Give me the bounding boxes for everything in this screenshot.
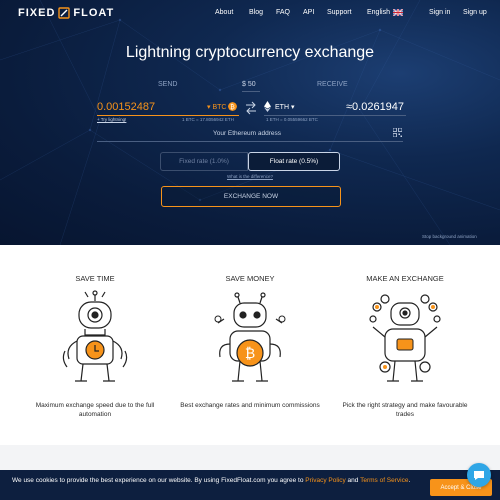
send-field-underline xyxy=(97,115,239,116)
receive-rate-note: 1 ETH = 0.05559662 BTC xyxy=(266,117,318,122)
exchange-now-button[interactable]: EXCHANGE NOW xyxy=(161,186,341,207)
robot-clock-illustration xyxy=(62,290,128,382)
background-network-lines xyxy=(0,0,500,245)
chat-button[interactable] xyxy=(467,463,491,487)
send-amount-input[interactable]: 0.00152487 xyxy=(97,101,155,113)
address-placeholder: Your Ethereum address xyxy=(212,130,282,137)
receive-currency-select[interactable]: ETH ▾ xyxy=(275,103,294,111)
qr-code-icon[interactable] xyxy=(393,128,402,137)
nav-faq[interactable]: FAQ xyxy=(276,9,290,16)
features-section: SAVE TIME Maximum exchange speed due to … xyxy=(0,245,500,445)
send-rate-note: 1 BTC = 17.8056942 ETH xyxy=(182,117,234,122)
cookie-text-end: . xyxy=(408,477,411,484)
nav-sign-in[interactable]: Sign in xyxy=(429,9,450,16)
nav-language[interactable]: English xyxy=(367,9,390,16)
terms-of-service-link[interactable]: Terms of Service xyxy=(360,477,408,484)
address-underline xyxy=(97,141,403,142)
rate-type-toggle: Fixed rate (1.0%) Float rate (0.5%) xyxy=(160,152,340,171)
fixed-rate-option[interactable]: Fixed rate (1.0%) xyxy=(160,152,248,171)
feature-title: SAVE MONEY xyxy=(225,274,275,283)
feature-make-exchange: MAKE AN EXCHANGE Pick the right strategy… xyxy=(330,245,480,445)
robot-juggler-illustration xyxy=(369,294,441,382)
section-divider-band xyxy=(0,445,500,470)
receive-amount-value: ≈0.0261947 xyxy=(346,101,405,113)
chat-bubble-icon xyxy=(474,470,484,480)
bitcoin-coin-icon: ₿ xyxy=(228,102,237,111)
nav-api[interactable]: API xyxy=(303,9,314,16)
top-nav: About Blog FAQ API Support English Sign … xyxy=(0,9,500,21)
receive-field-underline xyxy=(264,115,406,116)
nav-about[interactable]: About xyxy=(215,9,233,16)
privacy-policy-link[interactable]: Privacy Policy xyxy=(305,477,345,484)
address-field[interactable]: Your Ethereum address xyxy=(97,129,403,142)
try-lightning-link[interactable]: + Try lightning! xyxy=(97,117,126,122)
feature-description: Pick the right strategy and make favoura… xyxy=(342,402,468,418)
stop-animation-link[interactable]: Stop background animation xyxy=(422,234,477,239)
feature-title: MAKE AN EXCHANGE xyxy=(366,274,444,283)
feature-save-time: SAVE TIME Maximum exchange speed due to … xyxy=(20,245,170,445)
nav-blog[interactable]: Blog xyxy=(249,9,263,16)
ethereum-icon xyxy=(264,101,271,112)
svg-text:₿: ₿ xyxy=(230,103,235,111)
rate-difference-link[interactable]: What is the difference? xyxy=(0,174,500,179)
float-rate-option[interactable]: Float rate (0.5%) xyxy=(248,152,340,171)
feature-title: SAVE TIME xyxy=(75,274,115,283)
feature-description: Maximum exchange speed due to the full a… xyxy=(35,402,155,418)
uk-flag-icon[interactable] xyxy=(393,9,403,16)
feature-description: Best exchange rates and minimum commissi… xyxy=(180,402,320,409)
svg-text:₿: ₿ xyxy=(245,346,255,362)
feature-save-money: SAVE MONEY ₿ Best exchange rates and min… xyxy=(175,245,325,445)
nav-support[interactable]: Support xyxy=(327,9,352,16)
receive-label: RECEIVE xyxy=(317,81,348,88)
cookie-message: We use cookies to provide the best exper… xyxy=(12,476,432,485)
send-currency-select[interactable]: ▾ BTC xyxy=(207,103,226,111)
send-label: SEND xyxy=(158,81,178,88)
swap-arrows-icon[interactable] xyxy=(245,101,257,115)
robot-bitcoin-illustration: ₿ xyxy=(214,292,286,382)
send-currency-code: BTC xyxy=(212,104,227,111)
cookie-banner: We use cookies to provide the best exper… xyxy=(0,470,500,500)
receive-currency-code: ETH xyxy=(275,104,289,111)
usd-underline xyxy=(242,91,260,92)
cookie-text-and: and xyxy=(345,477,361,484)
hero-section: FIXED FLOAT About Blog FAQ API Support E… xyxy=(0,0,500,245)
usd-value[interactable]: $ 50 xyxy=(242,81,256,88)
cookie-text-start: We use cookies to provide the best exper… xyxy=(12,477,306,484)
hero-title: Lightning cryptocurrency exchange xyxy=(125,44,375,61)
nav-sign-up[interactable]: Sign up xyxy=(463,9,487,16)
